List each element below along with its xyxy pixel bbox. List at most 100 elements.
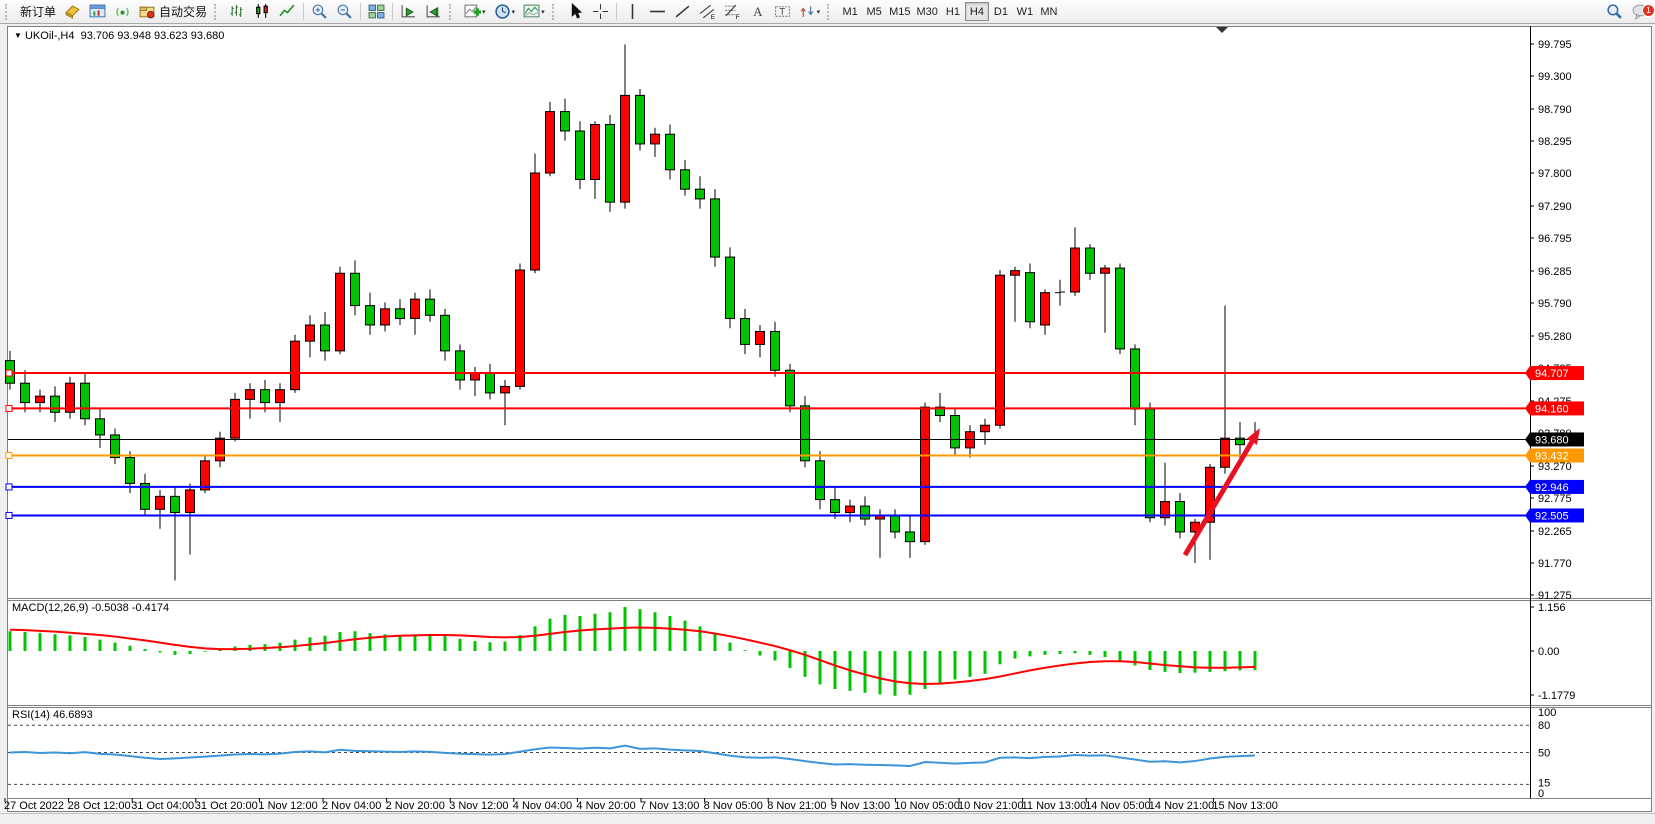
time-label: 3 Nov 12:00 [449, 800, 508, 812]
candle-up [996, 275, 1005, 425]
candle-up [1011, 271, 1020, 276]
candle-down [816, 461, 825, 500]
svg-text:-1.1779: -1.1779 [1538, 690, 1575, 702]
candle-down [486, 374, 495, 393]
svg-text:92.505: 92.505 [1535, 510, 1569, 522]
time-label: 4 Nov 04:00 [513, 800, 572, 812]
line-anchor-handle [6, 512, 12, 518]
candle-down [1116, 268, 1125, 349]
candle-up [546, 112, 555, 173]
time-label: 31 Oct 04:00 [131, 800, 194, 812]
time-label: 1 Nov 12:00 [258, 800, 317, 812]
svg-text:92.265: 92.265 [1538, 526, 1572, 538]
time-label: 8 Nov 21:00 [767, 800, 826, 812]
candle-down [426, 299, 435, 315]
time-label: 10 Nov 21:00 [958, 800, 1023, 812]
svg-text:0: 0 [1538, 788, 1544, 800]
time-label: 14 Nov 21:00 [1149, 800, 1214, 812]
candle-down [1086, 248, 1095, 273]
chart-canvas[interactable]: 99.79599.30098.79098.29597.80097.29096.7… [0, 0, 1655, 823]
candle-up [651, 134, 660, 144]
svg-text:96.795: 96.795 [1538, 233, 1572, 245]
svg-text:98.295: 98.295 [1538, 136, 1572, 148]
candle-down [456, 351, 465, 380]
candle-up [591, 125, 600, 180]
candle-up [336, 273, 345, 351]
rsi-indicator-label: RSI(14) 46.6893 [12, 709, 93, 721]
symbol-header: ▼ UKOil-,H4 93.706 93.948 93.623 93.680 [14, 30, 224, 42]
time-label: 9 Nov 13:00 [831, 800, 890, 812]
candle-down [351, 273, 360, 305]
candle-down [906, 532, 915, 542]
candle-down [366, 306, 375, 325]
candle-down [666, 134, 675, 170]
svg-text:50: 50 [1538, 748, 1550, 760]
time-label: 2 Nov 20:00 [386, 800, 445, 812]
time-label: 2 Nov 04:00 [322, 800, 381, 812]
svg-text:92.775: 92.775 [1538, 493, 1572, 505]
time-label: 11 Nov 13:00 [1022, 800, 1087, 812]
candle-up [981, 425, 990, 431]
line-anchor-handle [6, 453, 12, 459]
candle-down [891, 516, 900, 532]
svg-text:97.800: 97.800 [1538, 168, 1572, 180]
chart-window[interactable] [7, 26, 1652, 812]
candle-down [96, 419, 105, 435]
candle-up [921, 407, 930, 542]
candle-up [306, 325, 315, 341]
candle-down [81, 383, 90, 419]
candle-down [111, 435, 120, 458]
candle-up [501, 386, 510, 392]
candle-up [216, 438, 225, 461]
svg-text:95.790: 95.790 [1538, 298, 1572, 310]
candle-down [21, 383, 30, 402]
svg-text:92.946: 92.946 [1535, 482, 1569, 494]
candle-up [846, 506, 855, 512]
candle-up [381, 309, 390, 325]
svg-text:1.156: 1.156 [1538, 602, 1566, 614]
time-label: 14 Nov 05:00 [1085, 800, 1150, 812]
candle-down [51, 396, 60, 412]
candle-up [186, 490, 195, 513]
time-label: 27 Oct 2022 [4, 800, 64, 812]
line-anchor-handle [6, 484, 12, 490]
candle-down [606, 125, 615, 203]
svg-text:98.790: 98.790 [1538, 104, 1572, 116]
candle-down [1176, 502, 1185, 532]
candle-down [681, 170, 690, 189]
symbol-dropdown-icon[interactable]: ▼ [14, 31, 22, 40]
candle-up [516, 270, 525, 386]
status-bar [0, 813, 1655, 824]
candle-up [531, 173, 540, 270]
candle-up [1041, 293, 1050, 325]
candle-down [321, 325, 330, 351]
svg-text:96.285: 96.285 [1538, 266, 1572, 278]
svg-text:99.300: 99.300 [1538, 71, 1572, 83]
svg-text:93.270: 93.270 [1538, 461, 1572, 473]
candle-down [726, 257, 735, 318]
candle-up [756, 331, 765, 344]
symbol-header-text: UKOil-,H4 93.706 93.948 93.623 93.680 [25, 30, 224, 42]
macd-indicator-label: MACD(12,26,9) -0.5038 -0.4174 [12, 602, 169, 614]
candle-down [696, 189, 705, 199]
svg-text:80: 80 [1538, 720, 1550, 732]
candle-down [711, 199, 720, 257]
svg-text:94.707: 94.707 [1535, 368, 1569, 380]
svg-text:91.275: 91.275 [1538, 590, 1572, 602]
candle-up [471, 374, 480, 380]
candle-down [801, 406, 810, 461]
line-anchor-handle [6, 405, 12, 411]
time-axis[interactable]: 27 Oct 202228 Oct 12:0031 Oct 04:0031 Oc… [4, 798, 1278, 812]
candle-down [261, 390, 270, 403]
candle-down [126, 458, 135, 484]
svg-text:94.160: 94.160 [1535, 403, 1569, 415]
line-anchor-handle [6, 370, 12, 376]
candle-down [1026, 273, 1035, 322]
candle-down [1131, 349, 1140, 409]
svg-text:93.432: 93.432 [1535, 451, 1569, 463]
time-label: 28 Oct 12:00 [68, 800, 131, 812]
time-label: 4 Nov 20:00 [576, 800, 635, 812]
time-label: 8 Nov 05:00 [704, 800, 763, 812]
svg-text:97.290: 97.290 [1538, 201, 1572, 213]
candle-down [636, 95, 645, 144]
